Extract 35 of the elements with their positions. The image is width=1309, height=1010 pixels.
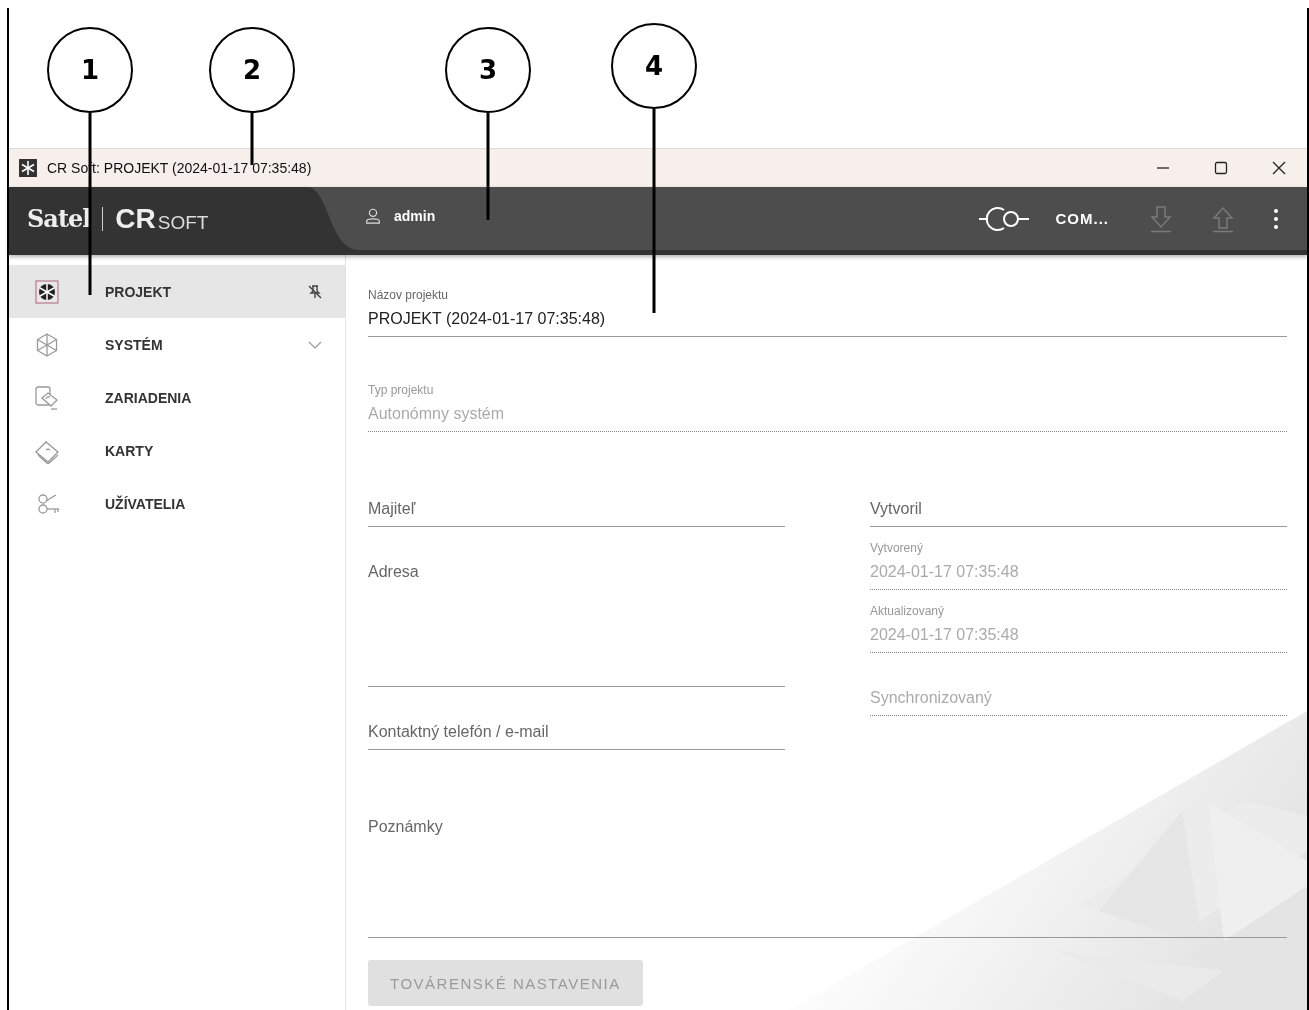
user-icon bbox=[364, 206, 382, 225]
sidebar-item[interactable]: ZARIADENIA bbox=[9, 371, 345, 424]
text-area[interactable]: Poznámky bbox=[368, 813, 1287, 938]
text-area[interactable]: Adresa bbox=[368, 558, 785, 687]
callout-marker: 4 bbox=[611, 23, 697, 109]
user-name: admin bbox=[394, 207, 436, 224]
unpin-icon[interactable] bbox=[307, 283, 323, 300]
leader-line bbox=[250, 113, 254, 165]
field-label: Aktualizovaný bbox=[870, 603, 946, 620]
field-label: Názov projektu bbox=[368, 287, 450, 304]
input-field[interactable]: Majiteľ bbox=[368, 495, 785, 527]
input-field[interactable]: PROJEKT (2024-01-17 07:35:48) bbox=[368, 305, 1287, 337]
sidebar-item[interactable]: PROJEKT bbox=[9, 265, 345, 318]
sidebar-item[interactable]: SYSTÉM bbox=[9, 318, 345, 371]
project-icon bbox=[34, 278, 60, 305]
callout-marker: 2 bbox=[209, 27, 295, 113]
maximize-icon[interactable] bbox=[1213, 160, 1229, 176]
input-field[interactable]: Vytvoril bbox=[870, 495, 1287, 527]
product-logo: CR bbox=[115, 202, 156, 235]
close-icon[interactable] bbox=[1271, 160, 1287, 176]
sidebar-item[interactable]: UŽÍVATELIA bbox=[9, 477, 345, 530]
input-field[interactable]: Synchronizovaný bbox=[870, 684, 1287, 716]
input-field[interactable]: Kontaktný telefón / e-mail bbox=[368, 718, 785, 750]
field-label: Typ projektu bbox=[368, 382, 435, 399]
connection-label[interactable]: COM... bbox=[1055, 210, 1109, 227]
reader-icon bbox=[34, 384, 60, 411]
brand-logo: Satel bbox=[27, 204, 91, 233]
callout-marker: 3 bbox=[445, 27, 531, 113]
callout-marker: 1 bbox=[47, 27, 133, 113]
more-icon[interactable] bbox=[1273, 207, 1279, 230]
field-label: Vytvorený bbox=[870, 540, 924, 557]
snowflake-icon bbox=[34, 331, 60, 358]
sidebar-item[interactable]: KARTY bbox=[9, 424, 345, 477]
app-icon bbox=[18, 158, 38, 178]
product-suffix: SOFT bbox=[157, 211, 209, 234]
